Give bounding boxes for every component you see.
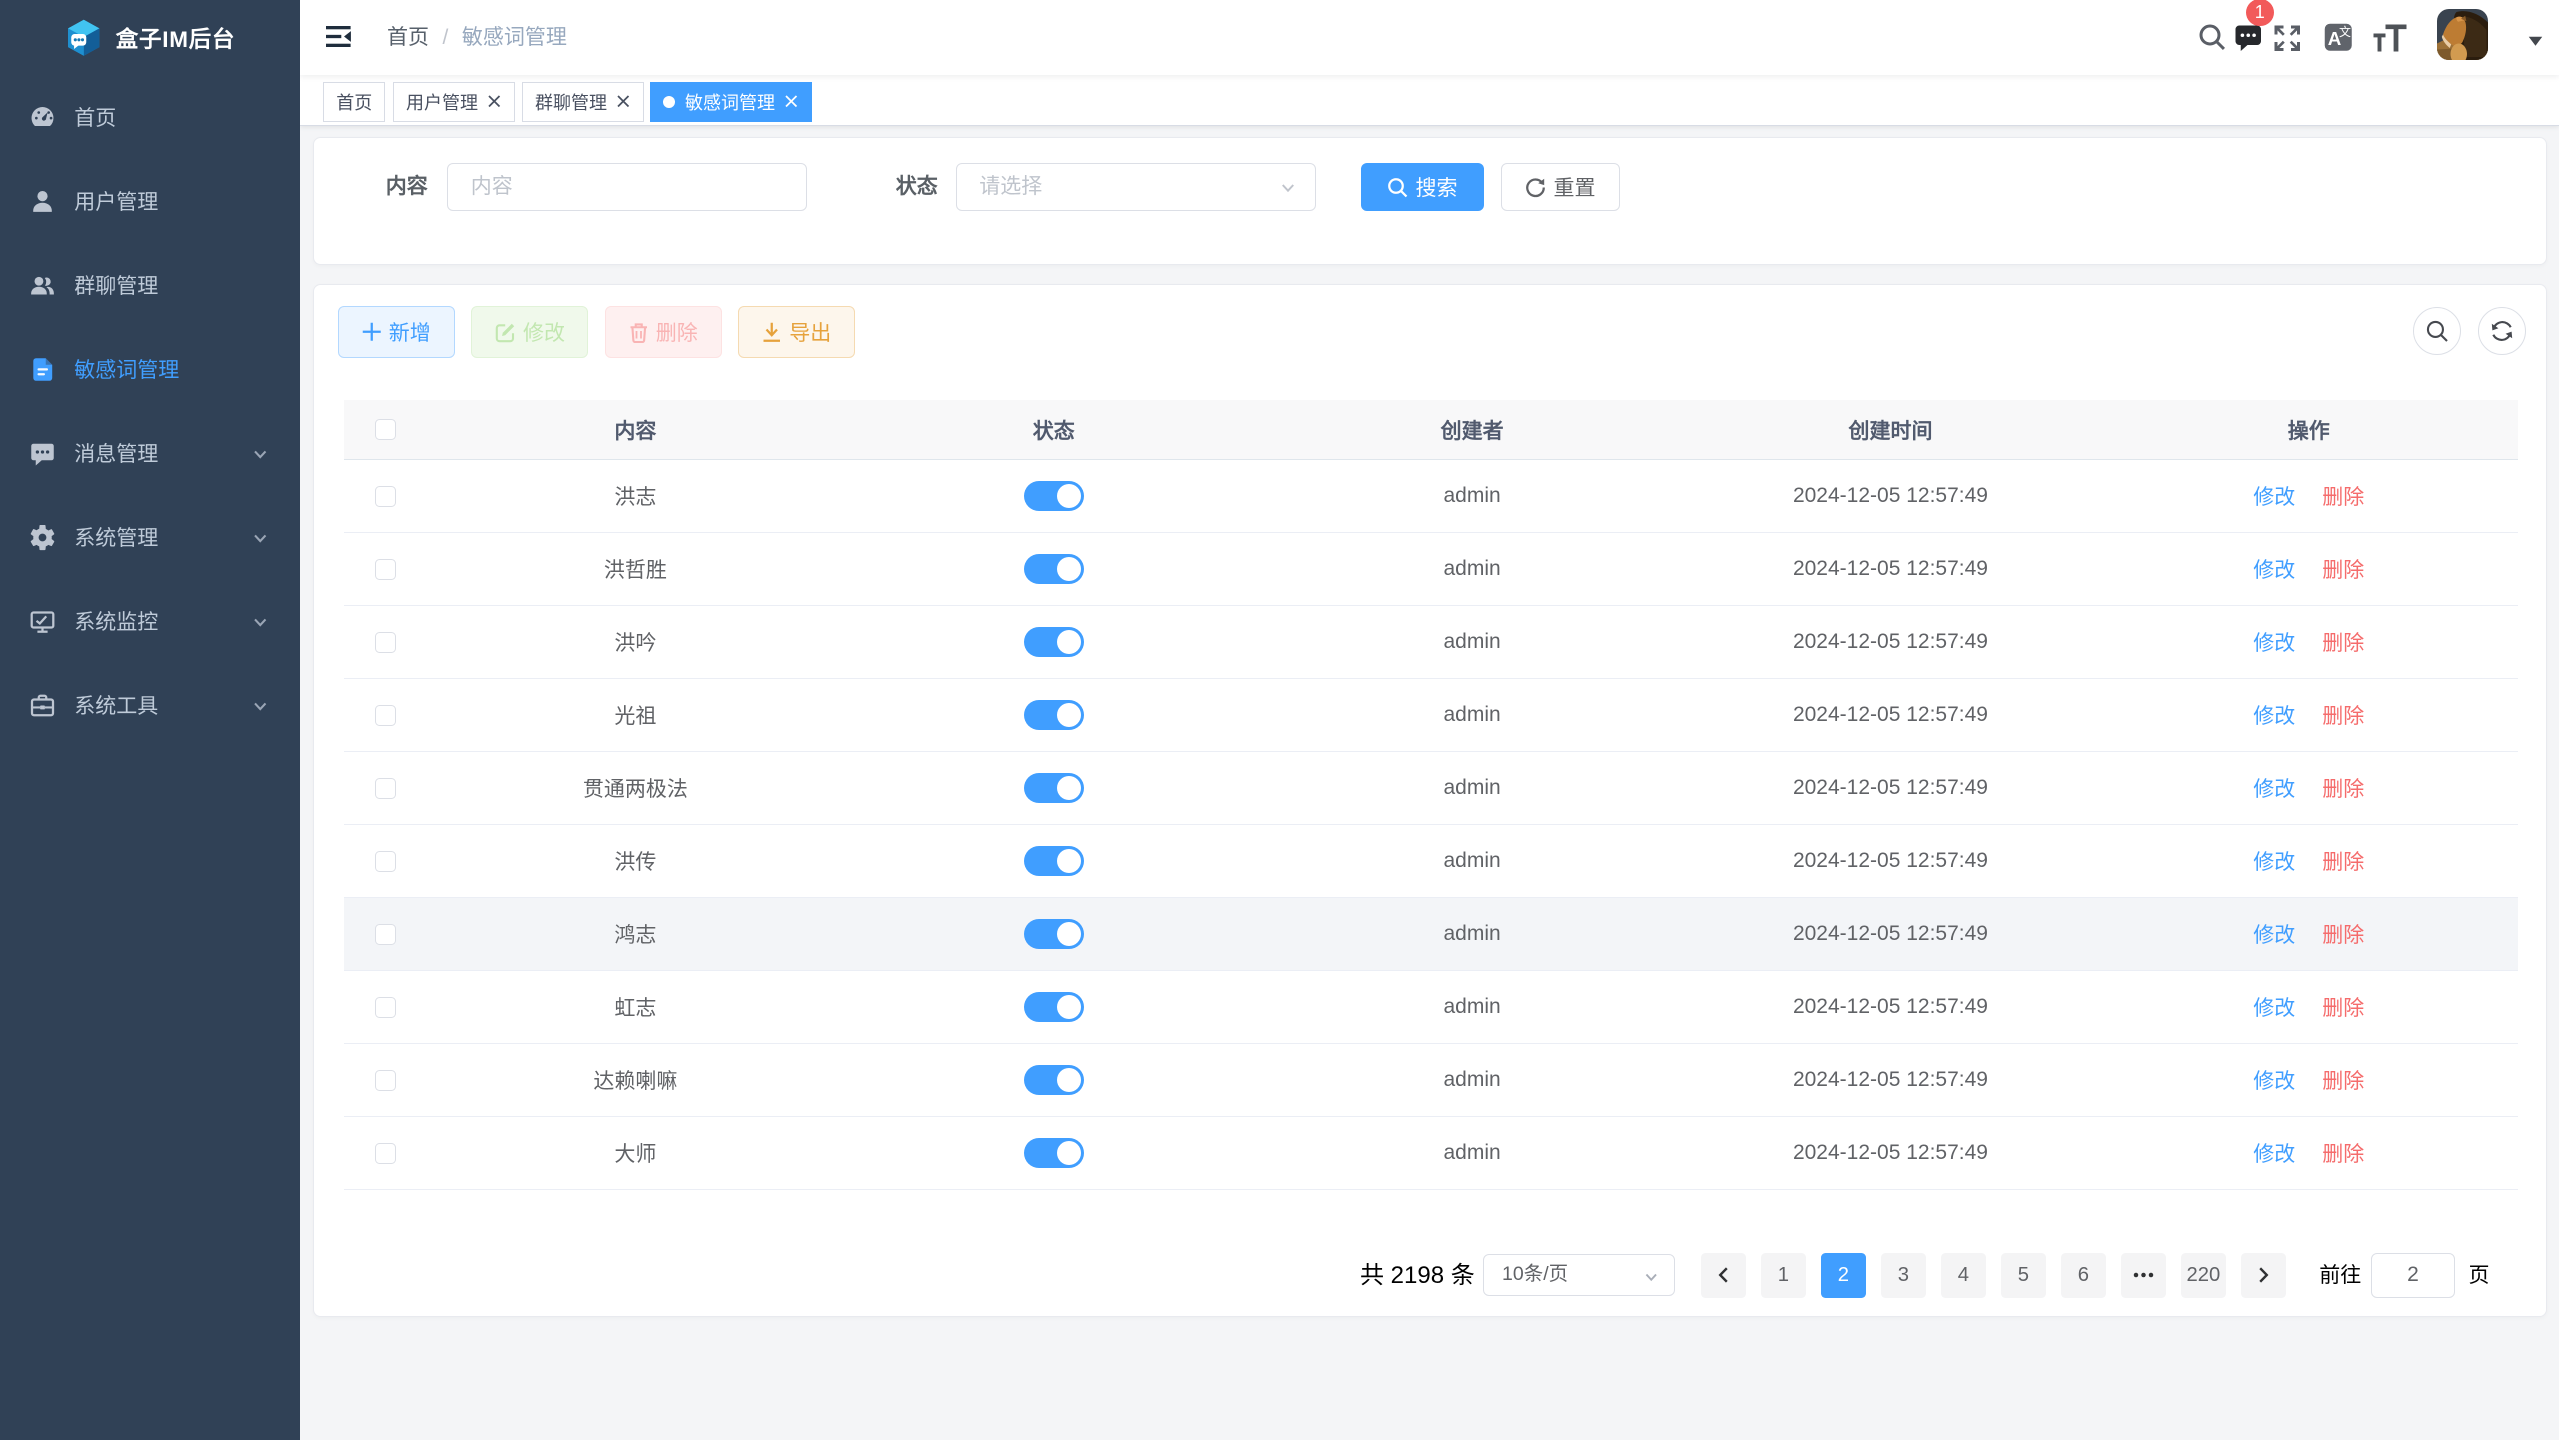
svg-text:文: 文 bbox=[2338, 24, 2350, 39]
